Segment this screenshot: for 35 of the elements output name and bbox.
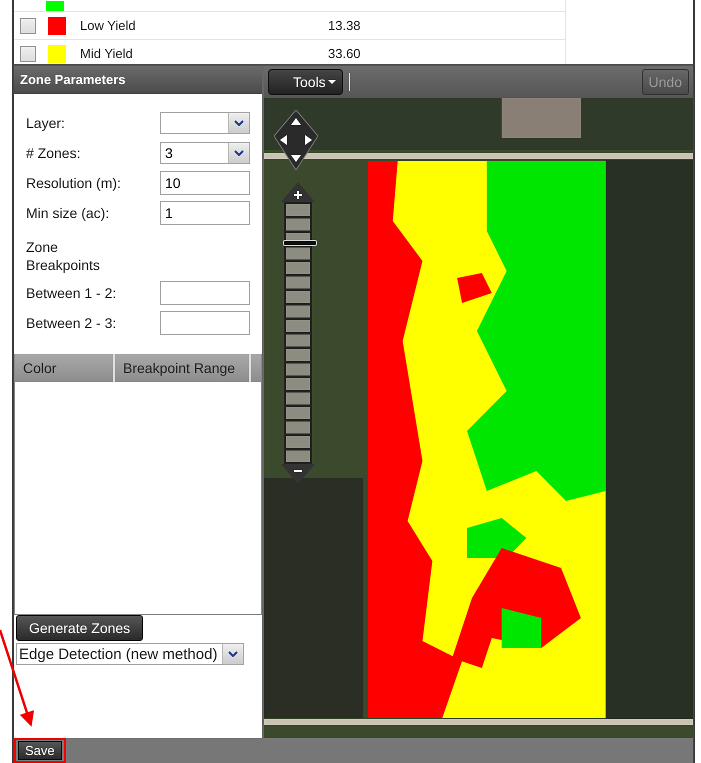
generate-button[interactable]: Generate Zones [16, 615, 144, 641]
field-label: Layer: [26, 115, 65, 131]
field-label: Between 1 - 2: [26, 285, 116, 301]
input-field[interactable] [160, 311, 250, 335]
field-label: # Zones: [26, 145, 80, 161]
zone-name: Low Yield [80, 18, 137, 33]
pan-control[interactable] [274, 110, 318, 170]
zone-value: 13.38 [328, 18, 361, 33]
checkbox[interactable] [20, 18, 36, 34]
save-button[interactable]: Save [18, 741, 62, 760]
input-field[interactable]: 10 [160, 171, 250, 195]
slider-thumb[interactable] [283, 240, 317, 246]
chevron-icon [234, 150, 244, 156]
dropdown-field[interactable]: 3 [160, 142, 250, 164]
caret-icon [328, 80, 336, 84]
field-label: Min size (ac): [26, 205, 110, 221]
minus-icon [281, 464, 315, 484]
dropdown-field[interactable] [160, 112, 250, 134]
column-header[interactable]: Breakpoint Range [115, 354, 251, 382]
column-header[interactable]: Color [15, 354, 115, 382]
field-label: Resolution (m): [26, 175, 121, 191]
plus-icon [281, 182, 315, 202]
dropdown-field[interactable]: Edge Detection (new method) [16, 643, 244, 665]
checkbox[interactable] [20, 46, 36, 62]
tools-button[interactable]: Tools [268, 69, 343, 95]
zone-name: Mid Yield [80, 46, 134, 61]
chevron-icon [228, 651, 238, 657]
zone-value: 33.60 [328, 46, 361, 61]
input-field[interactable] [160, 281, 250, 305]
chevron-icon [234, 120, 244, 126]
input-field[interactable]: 1 [160, 201, 250, 225]
panel-title: Zone Parameters [14, 66, 262, 94]
zoom-slider[interactable] [281, 182, 315, 484]
section-label: Zone Breakpoints [26, 238, 101, 274]
field-label: Between 2 - 3: [26, 315, 116, 331]
